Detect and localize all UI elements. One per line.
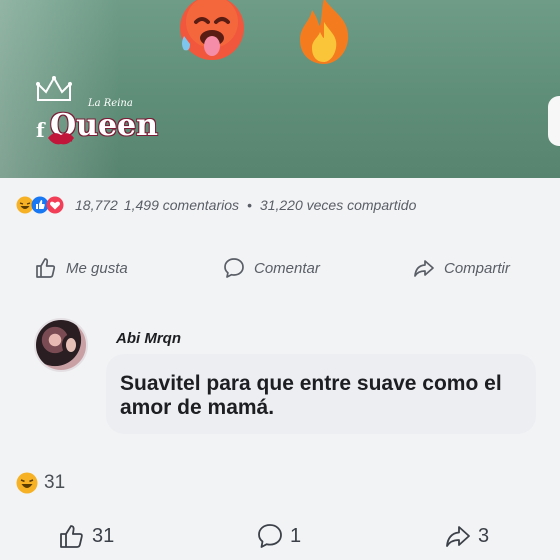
thumbs-up-icon [60,525,83,548]
like-label: Me gusta [66,259,128,277]
comment-label: Comentar [254,259,320,277]
stats-separator: • [247,197,252,213]
bottom-like-count: 31 [92,524,115,547]
comment-count[interactable]: 1,499 comentarios [124,197,239,213]
comment-button[interactable]: Comentar [222,256,320,280]
share-arrow-icon [446,526,470,547]
comment-text: Suavitel para que entre suave como el am… [120,372,502,419]
crown-icon [36,75,72,101]
bottom-like-button[interactable]: 31 [58,522,114,550]
comment-bubble-icon [224,258,244,278]
comment-reaction-count: 31 [44,472,66,493]
lips-icon [48,133,74,145]
comment: Abi Mrqn Suavitel para que entre suave c… [0,300,560,470]
bottom-bar: 31 1 3 [0,522,560,556]
fire-icon [300,0,349,64]
queen-logo: La Reina f Queen [24,74,174,164]
post-image[interactable]: La Reina f Queen [0,0,560,178]
bottom-comment-button[interactable]: 1 [256,522,301,550]
comment-reactions[interactable]: 31 [16,472,65,494]
share-label: Compartir [444,259,510,277]
like-button[interactable]: Me gusta [34,256,128,280]
comment-bubble-icon [258,524,282,548]
bottom-share-count: 3 [478,524,490,547]
comment-author[interactable]: Abi Mrqn [116,330,181,347]
share-arrow-icon [414,260,434,277]
avatar[interactable] [34,318,88,372]
post-stats: 18,772 1,499 comentarios • 31,220 veces … [0,190,560,220]
bottom-comment-count: 1 [290,524,302,547]
post-actions: Me gusta Comentar Compartir [0,256,560,288]
avatar-second-face [62,334,80,356]
haha-reaction-icon [16,472,38,494]
reaction-count[interactable]: 18,772 [75,197,118,213]
love-reaction-icon [46,196,64,214]
share-count[interactable]: 31,220 veces compartido [260,197,416,213]
hot-face-icon [180,0,244,60]
thumbs-up-icon [36,258,56,278]
share-button[interactable]: Compartir [412,256,510,280]
bottom-share-button[interactable]: 3 [444,522,489,550]
reaction-icons[interactable] [16,196,64,214]
logo-prefix: f [36,118,45,142]
image-edge [548,96,560,146]
